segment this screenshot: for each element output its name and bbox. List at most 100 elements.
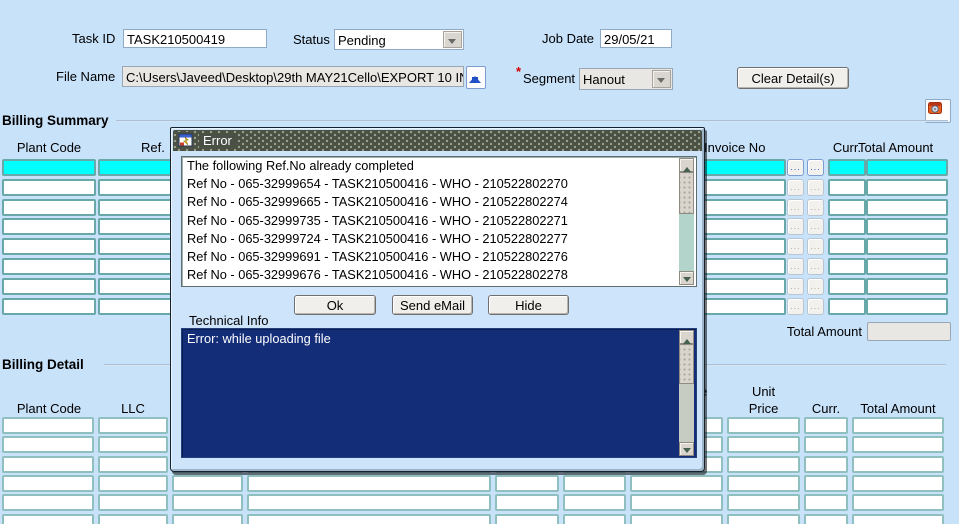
app-window: Task ID TASK210500419 Status Pending Job… (0, 0, 959, 524)
curr-cell[interactable] (828, 159, 866, 176)
lookup-button[interactable]: ... (787, 218, 804, 235)
total-amount-cell[interactable] (866, 159, 948, 176)
lookup-button[interactable]: ... (787, 199, 804, 216)
error-message-list[interactable]: The following Ref.No already completed R… (181, 156, 697, 287)
scroll-down-icon[interactable] (679, 271, 694, 285)
plant-code-cell[interactable] (2, 159, 96, 176)
plant-code-cell[interactable] (2, 298, 96, 315)
lookup-button[interactable]: ... (807, 238, 824, 255)
status-value: Pending (338, 33, 386, 48)
lookup-button[interactable]: ... (807, 278, 824, 295)
curr-cell[interactable] (828, 278, 866, 295)
file-name-field[interactable]: C:\Users\Javeed\Desktop\29th MAY21Cello\… (122, 66, 464, 87)
dialog-titlebar[interactable]: Error (173, 130, 702, 151)
segment-label: Segment (523, 71, 576, 86)
status-select[interactable]: Pending (334, 29, 464, 50)
billing-summary-title: Billing Summary (2, 113, 109, 128)
clear-details-button[interactable]: Clear Detail(s) (737, 67, 849, 89)
lookup-button[interactable]: ... (807, 159, 824, 176)
curr-cell[interactable] (828, 258, 866, 275)
scroll-up-icon[interactable] (679, 158, 694, 172)
scrollbar-thumb[interactable] (679, 344, 694, 384)
segment-value: Hanout (583, 72, 625, 87)
send-email-button[interactable]: Send eMail (392, 295, 473, 315)
invoice-no-cell[interactable] (701, 159, 786, 176)
billing-detail-title: Billing Detail (2, 357, 84, 372)
curr-cell[interactable] (828, 199, 866, 216)
invoice-no-cell[interactable] (701, 238, 786, 255)
status-label: Status (293, 32, 330, 47)
plant-code-cell[interactable] (2, 218, 96, 235)
curr-cell[interactable] (828, 179, 866, 196)
invoice-no-cell[interactable] (701, 179, 786, 196)
job-date-field[interactable]: 29/05/21 (600, 29, 672, 48)
total-amount-cell[interactable] (866, 298, 948, 315)
lookup-button[interactable]: ... (807, 179, 824, 196)
column-header-invoice-no: Invoice No (704, 140, 766, 155)
column-header-plant-code: Plant Code (16, 140, 82, 155)
plant-code-cell[interactable] (2, 199, 96, 216)
plant-code-cell[interactable] (2, 278, 96, 295)
required-marker: * (516, 64, 522, 79)
invoice-no-cell[interactable] (701, 199, 786, 216)
curr-cell[interactable] (828, 238, 866, 255)
error-message-line: Ref No - 065-32999735 - TASK210500416 - … (187, 212, 568, 228)
task-id-field[interactable]: TASK210500419 (123, 29, 267, 48)
plant-code-cell[interactable] (2, 258, 96, 275)
column-header-plant-code: Plant Code (16, 401, 82, 416)
total-amount-cell[interactable] (866, 199, 948, 216)
upload-button[interactable] (466, 66, 486, 89)
total-amount-cell[interactable] (866, 278, 948, 295)
curr-cell[interactable] (828, 218, 866, 235)
lookup-button[interactable]: ... (787, 238, 804, 255)
total-amount-cell[interactable] (866, 179, 948, 196)
lookup-button[interactable]: ... (807, 298, 824, 315)
total-amount-cell[interactable] (866, 258, 948, 275)
lookup-button[interactable]: ... (787, 278, 804, 295)
error-dialog: Error The following Ref.No already compl… (170, 127, 705, 472)
segment-select[interactable]: Hanout (579, 68, 673, 90)
detail-row (0, 494, 959, 513)
error-message-line: Ref No - 065-32999724 - TASK210500416 - … (187, 230, 568, 246)
lookup-button[interactable]: ... (787, 258, 804, 275)
lookup-button[interactable]: ... (807, 258, 824, 275)
dialog-title: Error (199, 133, 236, 148)
invoice-no-cell[interactable] (701, 258, 786, 275)
error-message-line: Ref No - 065-32999691 - TASK210500416 - … (187, 249, 568, 265)
plant-code-cell[interactable] (2, 238, 96, 255)
error-message-line: Ref No - 065-32999665 - TASK210500416 - … (187, 194, 568, 210)
column-header-total-amount: Total Amount (858, 140, 934, 155)
invoice-no-cell[interactable] (701, 218, 786, 235)
scrollbar[interactable] (679, 330, 695, 456)
lookup-button[interactable]: ... (787, 159, 804, 176)
plant-code-cell[interactable] (2, 179, 96, 196)
technical-info-text: Error: while uploading file (187, 331, 331, 346)
detail-row (0, 514, 959, 524)
invoice-no-cell[interactable] (701, 278, 786, 295)
total-amount-cell[interactable] (866, 238, 948, 255)
hide-button[interactable]: Hide (488, 295, 569, 315)
column-header-unit: Unit (751, 384, 776, 399)
scrollbar[interactable] (679, 158, 695, 285)
error-message-line: The following Ref.No already completed (187, 158, 414, 173)
scrollbar-thumb[interactable] (679, 172, 694, 214)
summary-total-amount-label: Total Amount (786, 324, 862, 339)
error-message-line: Ref No - 065-32999654 - TASK210500416 - … (187, 176, 568, 192)
technical-info-box[interactable]: Error: while uploading file (181, 328, 697, 458)
ok-button[interactable]: Ok (294, 295, 376, 315)
lookup-button[interactable]: ... (807, 199, 824, 216)
invoice-no-cell[interactable] (701, 298, 786, 315)
scroll-down-icon[interactable] (679, 442, 694, 456)
total-amount-cell[interactable] (866, 218, 948, 235)
lookup-button[interactable]: ... (787, 298, 804, 315)
file-name-label: File Name (56, 69, 116, 84)
chevron-down-icon[interactable] (652, 70, 671, 88)
scroll-up-icon[interactable] (679, 330, 694, 344)
curr-cell[interactable] (828, 298, 866, 315)
detail-row (0, 475, 959, 494)
summary-total-amount-field[interactable] (867, 322, 951, 341)
lookup-button[interactable]: ... (787, 179, 804, 196)
lookup-button[interactable]: ... (807, 218, 824, 235)
column-header-curr: Curr. (811, 401, 841, 416)
chevron-down-icon[interactable] (443, 31, 462, 48)
